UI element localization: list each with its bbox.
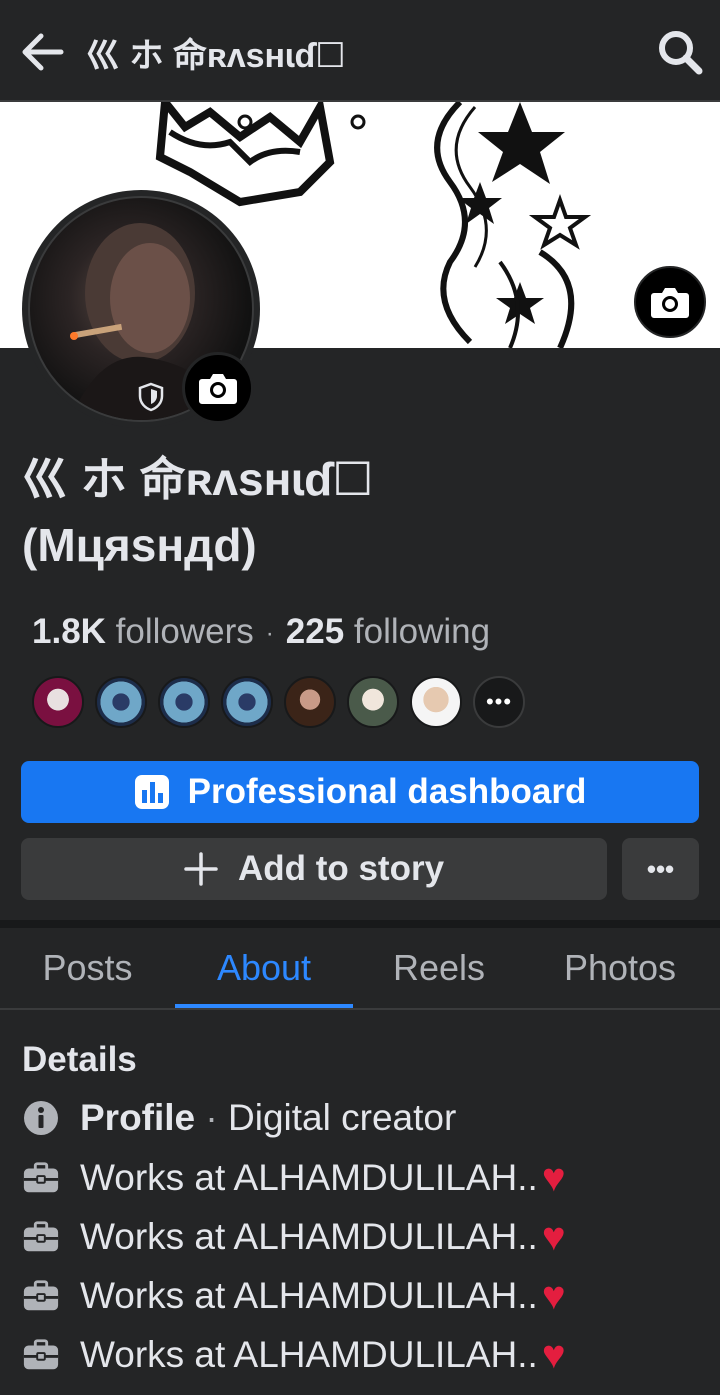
briefcase-icon (23, 1221, 59, 1252)
heart-emoji: ♥ (541, 1273, 566, 1318)
shield-icon (138, 382, 164, 412)
profile-name: 巛 ホ 命ʀᴧѕʜɩɗ☐ (Мцяsндd) (22, 446, 702, 578)
following-count: 225 (285, 612, 345, 651)
follow-stats: 1.8K followers · 225 following (32, 612, 490, 652)
profile-shield-badge (134, 380, 168, 414)
friend-avatar[interactable] (284, 676, 336, 728)
more-options-button[interactable]: ••• (622, 838, 699, 900)
detail-row-work[interactable]: Works at ALHAMDULILAH.. ♥ (22, 1268, 566, 1324)
professional-dashboard-button[interactable]: Professional dashboard (21, 761, 699, 823)
profile-separator: · (195, 1097, 229, 1138)
friend-avatar[interactable] (221, 676, 273, 728)
friend-avatar[interactable] (32, 676, 84, 728)
profile-name-line1: 巛 ホ 命ʀᴧѕʜɩɗ☐ (22, 453, 374, 505)
detail-row-work[interactable]: Works at ALHAMDULILAH.. ♥ (22, 1327, 566, 1383)
friend-avatar[interactable] (410, 676, 462, 728)
profile-name-line2: (Мцяsндd) (22, 519, 257, 571)
following-link[interactable]: 225 following (286, 612, 490, 651)
heart-emoji: ♥ (541, 1155, 566, 1200)
followers-count: 1.8K (32, 612, 106, 651)
profile-category: Digital creator (228, 1097, 457, 1138)
briefcase-icon (23, 1339, 59, 1370)
work-text: Works at ALHAMDULILAH.. (80, 1216, 538, 1257)
active-tab-indicator (175, 1004, 353, 1008)
details-section: Details Profile · Digital creator Works … (22, 1040, 712, 1377)
stats-separator: · (265, 619, 274, 647)
section-divider (0, 920, 720, 928)
search-button[interactable] (652, 24, 708, 80)
camera-icon (199, 374, 237, 404)
add-to-story-button[interactable]: Add to story (21, 838, 607, 900)
work-text: Works at ALHAMDULILAH.. (80, 1334, 538, 1375)
add-to-story-label: Add to story (237, 849, 445, 888)
tab-photos[interactable]: Photos (525, 928, 715, 1008)
plus-icon (184, 852, 218, 886)
friend-avatars: ••• (32, 676, 525, 732)
followers-label: followers (115, 612, 254, 651)
camera-icon (651, 288, 689, 318)
info-icon (24, 1101, 58, 1135)
heart-emoji: ♥ (541, 1332, 566, 1377)
back-button[interactable] (14, 24, 70, 80)
tab-posts[interactable]: Posts (0, 928, 175, 1008)
details-title: Details (22, 1040, 137, 1079)
tab-about[interactable]: About (175, 928, 353, 1008)
tab-reels[interactable]: Reels (353, 928, 525, 1008)
briefcase-icon (23, 1162, 59, 1193)
profile-label: Profile (80, 1097, 196, 1138)
profile-tabs: Posts About Reels Photos (0, 928, 720, 1010)
chart-icon (134, 775, 169, 809)
following-label: following (353, 612, 491, 651)
edit-avatar-button[interactable] (182, 352, 254, 424)
friend-avatar[interactable] (347, 676, 399, 728)
friend-avatar[interactable] (95, 676, 147, 728)
followers-link[interactable]: 1.8K followers (32, 612, 254, 651)
briefcase-icon (23, 1280, 59, 1311)
work-text: Works at ALHAMDULILAH.. (80, 1275, 538, 1316)
professional-dashboard-label: Professional dashboard (187, 772, 587, 811)
work-text: Works at ALHAMDULILAH.. (80, 1157, 538, 1198)
search-icon (659, 31, 703, 75)
detail-row-profile: Profile · Digital creator (22, 1090, 456, 1146)
detail-row-work[interactable]: Works at ALHAMDULILAH.. ♥ (22, 1150, 566, 1206)
more-friends-button[interactable]: ••• (473, 676, 525, 728)
friend-avatar[interactable] (158, 676, 210, 728)
top-bar: 巛 ホ 命ʀᴧѕʜɩɗ☐ (0, 0, 720, 102)
page-title: 巛 ホ 命ʀᴧѕʜɩɗ☐ (86, 37, 346, 75)
edit-cover-button[interactable] (634, 266, 706, 338)
detail-row-work[interactable]: Works at ALHAMDULILAH.. ♥ (22, 1209, 566, 1265)
back-arrow-icon (22, 33, 64, 71)
heart-emoji: ♥ (541, 1214, 566, 1259)
